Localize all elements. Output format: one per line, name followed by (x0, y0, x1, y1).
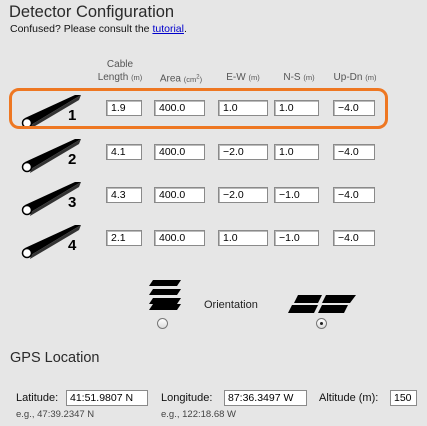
header-ew-label: E-W (226, 72, 246, 83)
header-cable: Cable (106, 59, 134, 70)
detector-row: 2 (0, 139, 427, 179)
latitude-example: e.g., 47:39.2347 N (16, 409, 95, 420)
altitude-input[interactable] (390, 390, 417, 406)
detector-row: 4 (0, 225, 427, 265)
ns-input[interactable] (274, 144, 319, 160)
detector-row: 3 (0, 182, 427, 222)
tutorial-link[interactable]: tutorial (152, 23, 184, 35)
header-length-line: Length (m) (92, 71, 148, 84)
latitude-label: Latitude: (16, 392, 59, 404)
longitude-example: e.g., 122:18.68 W (161, 409, 236, 420)
subtitle-suffix: . (183, 23, 187, 35)
page-subtitle: Confused? Please consult the tutorial. (10, 23, 187, 35)
detector-paddle-icon (21, 225, 81, 259)
orientation-flat-radio[interactable] (316, 318, 327, 329)
orientation-label: Orientation (204, 299, 258, 311)
header-updn-label: Up-Dn (333, 72, 363, 83)
stacked-orientation-icon (149, 280, 181, 310)
subtitle-text: Confused? Please consult the (10, 23, 153, 35)
gps-title: GPS Location (10, 350, 100, 366)
area-unit-base: (cm (183, 74, 197, 84)
area-input[interactable] (154, 230, 205, 246)
header-ns-label: N-S (283, 72, 301, 83)
area-input[interactable] (154, 144, 205, 160)
header-ew: E-W (m) (218, 71, 268, 84)
header-cable-length: Cable Length (m) (92, 58, 148, 84)
ew-input[interactable] (218, 144, 268, 160)
area-input[interactable] (154, 187, 205, 203)
detector-number: 3 (68, 194, 77, 211)
updn-input[interactable] (333, 230, 375, 246)
page-title: Detector Configuration (9, 3, 175, 21)
header-ns: N-S (m) (274, 71, 324, 84)
updn-input[interactable] (333, 144, 375, 160)
header-area-unit: (cm2) (183, 74, 203, 84)
ew-input[interactable] (218, 187, 268, 203)
header-area: Area (cm2) (152, 71, 210, 86)
highlight-box (9, 88, 388, 129)
detector-paddle-icon (21, 182, 81, 216)
header-area-label: Area (159, 73, 181, 85)
orientation-stacked-radio[interactable] (157, 318, 168, 329)
cable-length-input[interactable] (106, 144, 142, 160)
cable-length-input[interactable] (106, 230, 142, 246)
detector-paddle-icon (21, 139, 81, 173)
ew-input[interactable] (218, 230, 268, 246)
longitude-label: Longitude: (161, 392, 213, 404)
ns-input[interactable] (274, 230, 319, 246)
detector-number: 2 (68, 151, 77, 168)
latitude-input[interactable] (66, 390, 148, 406)
header-updn-unit: (m) (365, 73, 377, 82)
ns-input[interactable] (274, 187, 319, 203)
header-length-unit: (m) (131, 73, 143, 82)
cable-length-input[interactable] (106, 187, 142, 203)
header-ew-unit: (m) (248, 73, 260, 82)
header-updn: Up-Dn (m) (326, 71, 384, 84)
header-ns-unit: (m) (303, 73, 315, 82)
altitude-label: Altitude (m): (319, 392, 379, 404)
header-length: Length (97, 72, 129, 83)
flat-orientation-icon (288, 295, 356, 313)
area-unit-close: ) (199, 74, 203, 84)
longitude-input[interactable] (224, 390, 307, 406)
updn-input[interactable] (333, 187, 375, 203)
detector-number: 4 (68, 237, 77, 254)
